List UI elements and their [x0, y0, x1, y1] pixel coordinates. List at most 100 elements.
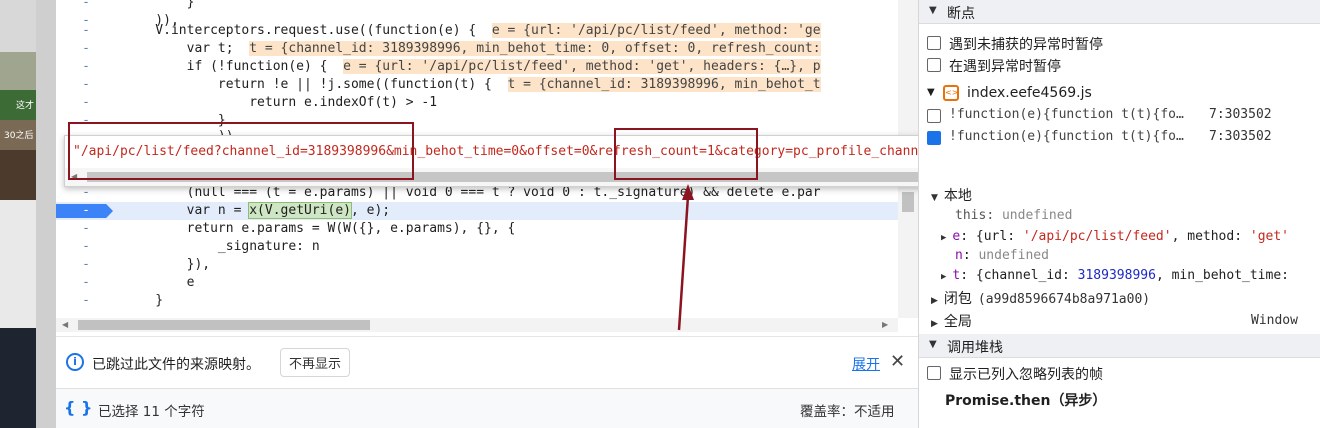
expand-link[interactable]: 展开 [852, 354, 880, 374]
code-line[interactable]: - e [56, 274, 898, 292]
scope-var-n[interactable]: n: undefined [955, 246, 1049, 266]
code-text: var n = x(V.getUri(e), e); [124, 202, 390, 220]
scroll-left-icon[interactable]: ◀ [62, 320, 68, 329]
async-frame-label: Promise.then（异步） [945, 393, 1107, 409]
breakpoint-item[interactable]: !function(e){function t(t){fo… 7:303502 [927, 127, 1317, 149]
scope-var-this[interactable]: this: undefined [955, 206, 1072, 226]
coverage-status: 覆盖率：不适用 [800, 404, 895, 420]
scope-global-title: 全局 [943, 314, 972, 330]
code-line[interactable]: - }), [56, 256, 898, 274]
scope-var-t[interactable]: ▶ t: {channel_id: 3189398996, min_behot_t… [941, 266, 1289, 286]
breakpoint-location: 7:303502 [1209, 107, 1272, 122]
var-value-part: '/api/pc/list/feed' [1022, 229, 1172, 244]
line-gutter[interactable]: - [56, 22, 116, 40]
code-line[interactable]: - } [56, 0, 898, 12]
checkbox[interactable] [927, 58, 941, 72]
code-line[interactable]: - V.interceptors.request.use((function(e… [56, 22, 898, 40]
code-text-main: return e.indexOf(t) > -1 [124, 95, 438, 110]
debugger-sidebar: ▼ 断点 遇到未捕获的异常时暂停 在遇到异常时暂停 ▼ <> index.eef… [918, 0, 1320, 428]
code-line[interactable]: - _signature: n [56, 238, 898, 256]
code-text-main: }), [124, 257, 211, 272]
code-text-main: } [124, 0, 195, 10]
checkbox[interactable] [927, 131, 941, 145]
code-line[interactable]: - } [56, 292, 898, 310]
var-value: undefined [978, 248, 1049, 263]
background-thumbnail [0, 0, 36, 52]
scope-closure-header[interactable]: ▶ 闭包 (a99d8596674b8a971a00) [931, 288, 1150, 308]
var-value-part: {url: [975, 229, 1023, 244]
collapse-triangle-icon: ▼ [929, 339, 937, 350]
line-gutter[interactable]: - [56, 58, 116, 76]
code-text: return e.indexOf(t) > -1 [124, 94, 437, 112]
breakpoint-item[interactable]: !function(e){function t(t){fo… 7:303502 [927, 105, 1317, 127]
scope-var-e[interactable]: ▶ e: {url: '/api/pc/list/feed', method: '… [941, 227, 1289, 247]
background-shadow [36, 0, 56, 428]
line-gutter[interactable]: - [56, 292, 116, 310]
background-thumbnail [0, 200, 36, 328]
var-value-part: , min_behot_time: [1155, 268, 1289, 283]
scrollbar-thumb[interactable] [902, 192, 914, 212]
code-text-tail: , e); [350, 203, 391, 218]
code-text-main: var n = [124, 203, 250, 218]
editor-horizontal-scrollbar[interactable]: ◀ ▶ [56, 318, 898, 332]
dont-show-again-button[interactable]: 不再显示 [280, 348, 351, 377]
script-file-icon: <> [943, 85, 959, 101]
line-gutter[interactable]: - [56, 256, 116, 274]
breakpoint-code: !function(e){function t(t){fo… [949, 129, 1184, 144]
line-gutter[interactable]: - [56, 94, 116, 112]
line-gutter[interactable]: - [56, 76, 116, 94]
line-gutter[interactable]: - [56, 220, 116, 238]
code-text-main: return !e || !j.some((function(t) { [124, 77, 492, 92]
scope-local-title: 本地 [943, 188, 972, 204]
code-text-main: _signature: n [124, 239, 320, 254]
code-text: } [124, 0, 195, 12]
var-value-part: {channel_id: [975, 268, 1078, 283]
closure-id: (a99d8596674b8a971a00) [977, 292, 1151, 307]
code-text: return e.params = W(W({}, e.params), {},… [124, 220, 516, 238]
checkbox-label: 在遇到异常时暂停 [949, 59, 1061, 75]
collapse-triangle-icon: ▼ [927, 87, 935, 98]
collapse-triangle-icon: ▼ [929, 5, 937, 16]
code-line[interactable]: - return e.params = W(W({}, e.params), {… [56, 220, 898, 238]
var-value-part: , method: [1171, 229, 1250, 244]
var-name: n [955, 248, 963, 263]
scrollbar-thumb[interactable] [78, 320, 370, 330]
code-line[interactable]: - return !e || !j.some((function(t) { t … [56, 76, 898, 94]
code-text-main: var t; [124, 41, 234, 56]
breakpoints-section-header[interactable]: ▼ 断点 [919, 0, 1320, 24]
code-text: } [124, 292, 163, 310]
code-line[interactable]: - var t; t = {channel_id: 3189398996, mi… [56, 40, 898, 58]
selection-status: 已选择 11 个字符 [98, 404, 205, 420]
expand-triangle-icon: ▶ [931, 319, 938, 329]
scope-local-header[interactable]: ▼ 本地 [931, 185, 972, 205]
section-title: 断点 [947, 6, 975, 22]
code-text: V.interceptors.request.use((function(e) … [124, 22, 821, 40]
line-gutter[interactable]: - [56, 238, 116, 256]
pretty-print-icon[interactable]: { } [64, 398, 92, 417]
line-gutter[interactable]: - [56, 202, 116, 220]
checkbox-label: 遇到未捕获的异常时暂停 [949, 37, 1103, 53]
code-line[interactable]: - return e.indexOf(t) > -1 [56, 94, 898, 112]
callstack-section-header[interactable]: ▼ 调用堆栈 [919, 334, 1320, 358]
checkbox[interactable] [927, 366, 941, 380]
close-icon[interactable]: ✕ [890, 351, 905, 372]
background-thumbnail [0, 52, 36, 90]
checkbox[interactable] [927, 109, 941, 123]
code-text: }), [124, 256, 210, 274]
background-label: 30之后 [4, 131, 34, 141]
editor-statusbar: { } 已选择 11 个字符 覆盖率：不适用 [56, 388, 918, 428]
background-label: 这才 [16, 101, 35, 111]
paused-code-line[interactable]: - var n = x(V.getUri(e), e); [56, 202, 898, 220]
code-line[interactable]: - if (!function(e) { e = {url: '/api/pc/… [56, 58, 898, 76]
expand-triangle-icon[interactable]: ▶ [941, 272, 946, 282]
var-name: this [955, 208, 987, 223]
scope-global-header[interactable]: ▶ 全局 [931, 311, 972, 331]
selected-expression[interactable]: x(V.getUri(e) [248, 202, 352, 219]
line-gutter[interactable]: - [56, 40, 116, 58]
line-gutter[interactable]: - [56, 274, 116, 292]
expand-triangle-icon[interactable]: ▶ [941, 233, 946, 243]
scroll-right-icon[interactable]: ▶ [882, 320, 888, 329]
checkbox[interactable] [927, 36, 941, 50]
line-gutter[interactable]: - [56, 0, 116, 12]
code-text: _signature: n [124, 238, 320, 256]
